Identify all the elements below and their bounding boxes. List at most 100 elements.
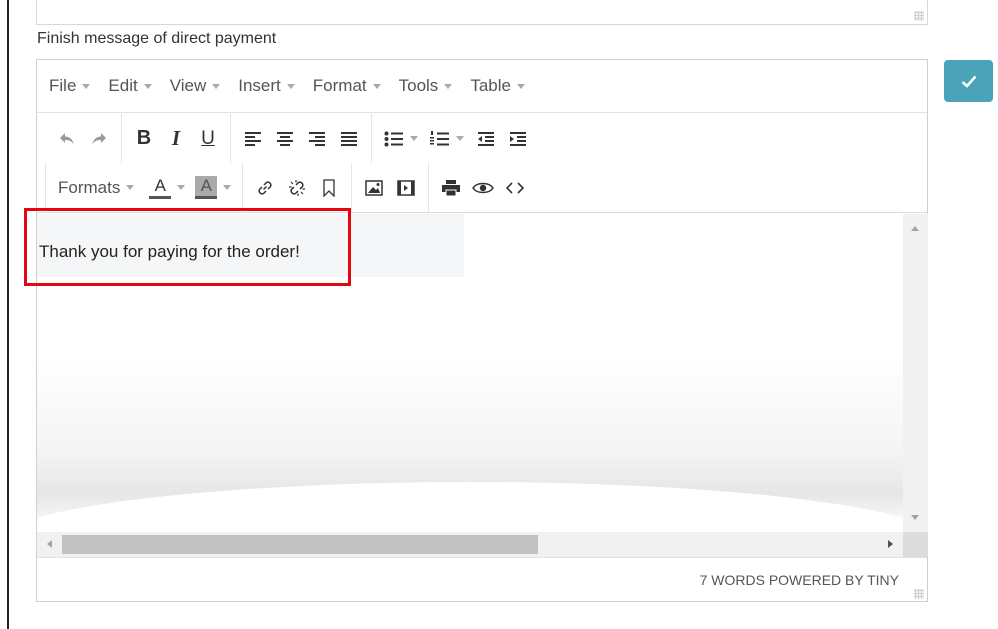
insert-link-button[interactable] xyxy=(249,172,281,204)
redo-button[interactable] xyxy=(83,123,115,155)
caret-down-icon xyxy=(212,83,221,89)
text-style-group: B I U xyxy=(121,114,230,163)
bookmark-icon xyxy=(323,178,335,197)
numbered-list-icon xyxy=(430,130,449,145)
italic-button[interactable]: I xyxy=(160,123,192,155)
media-group xyxy=(351,163,428,212)
bullet-list-button[interactable] xyxy=(378,123,424,155)
background-curve xyxy=(37,482,903,532)
code-icon xyxy=(506,181,525,194)
save-button[interactable] xyxy=(944,60,993,102)
align-right-icon xyxy=(309,131,325,146)
word-count-branding[interactable]: 7 WORDS POWERED BY TINY xyxy=(700,572,899,588)
undo-button[interactable] xyxy=(51,123,83,155)
horizontal-scrollbar[interactable] xyxy=(37,532,903,557)
menu-table[interactable]: Table xyxy=(470,76,525,96)
menu-label: View xyxy=(169,76,207,95)
outdent-button[interactable] xyxy=(470,123,502,155)
link-icon xyxy=(258,180,272,195)
bold-icon: B xyxy=(136,127,152,149)
undo-icon xyxy=(60,132,74,145)
align-justify-icon xyxy=(341,131,357,146)
print-button[interactable] xyxy=(435,172,467,204)
formats-group: Formats A A xyxy=(45,163,242,212)
checkmark-icon xyxy=(961,75,976,88)
insert-image-button[interactable] xyxy=(358,172,390,204)
align-justify-button[interactable] xyxy=(333,123,365,155)
source-code-button[interactable] xyxy=(499,172,531,204)
scroll-right-icon[interactable] xyxy=(888,540,893,548)
caret-down-icon xyxy=(516,83,525,89)
scroll-up-icon[interactable] xyxy=(911,226,919,231)
caret-down-icon xyxy=(223,185,232,190)
rich-text-editor: File Edit View Insert Format Tools Table… xyxy=(24,59,928,602)
horizontal-scrollbar-thumb[interactable] xyxy=(62,535,538,554)
resize-grip-icon[interactable] xyxy=(914,11,924,21)
scroll-down-icon[interactable] xyxy=(911,515,919,520)
caret-down-icon xyxy=(444,83,453,89)
text-color-icon: A xyxy=(149,176,172,199)
menu-insert[interactable]: Insert xyxy=(238,76,295,96)
italic-icon: I xyxy=(171,126,181,150)
menu-label: Tools xyxy=(398,76,439,95)
history-group xyxy=(45,114,121,163)
bold-button[interactable]: B xyxy=(128,123,160,155)
unlink-button[interactable] xyxy=(281,172,313,204)
align-left-icon xyxy=(245,131,261,146)
menu-label: Table xyxy=(470,76,511,95)
content-paragraph[interactable]: Thank you for paying for the order! xyxy=(37,214,464,277)
anchor-button[interactable] xyxy=(313,172,345,204)
scrollbar-corner xyxy=(903,532,928,557)
image-icon xyxy=(365,179,384,196)
list-group xyxy=(371,114,540,163)
video-icon xyxy=(397,179,416,196)
caret-down-icon xyxy=(126,185,135,190)
menu-label: Insert xyxy=(238,76,281,95)
numbered-list-button[interactable] xyxy=(424,123,470,155)
resize-grip-icon[interactable] xyxy=(914,589,924,599)
align-center-icon xyxy=(277,131,293,146)
menubar: File Edit View Insert Format Tools Table xyxy=(37,60,927,113)
menu-format[interactable]: Format xyxy=(313,76,381,96)
text-color-button[interactable]: A xyxy=(144,172,190,204)
bullet-list-icon xyxy=(384,131,403,146)
caret-down-icon xyxy=(82,83,91,89)
align-center-button[interactable] xyxy=(269,123,301,155)
toolbar-row-2: Formats A A xyxy=(37,163,927,213)
vertical-scrollbar[interactable] xyxy=(903,214,928,532)
menu-label: File xyxy=(49,76,77,95)
outdent-icon xyxy=(478,131,494,146)
background-color-button[interactable]: A xyxy=(190,172,236,204)
page-left-border xyxy=(7,0,9,629)
caret-down-icon xyxy=(286,83,295,89)
menu-view[interactable]: View xyxy=(170,76,221,96)
align-group xyxy=(230,114,371,163)
unlink-icon xyxy=(289,179,306,196)
menu-edit[interactable]: Edit xyxy=(108,76,152,96)
menu-file[interactable]: File xyxy=(49,76,91,96)
menu-label: Format xyxy=(312,76,367,95)
misc-group xyxy=(428,163,537,212)
eye-icon xyxy=(472,182,495,193)
previous-textarea[interactable] xyxy=(36,0,928,25)
indent-button[interactable] xyxy=(502,123,534,155)
align-right-button[interactable] xyxy=(301,123,333,155)
preview-button[interactable] xyxy=(467,172,499,204)
formats-dropdown[interactable]: Formats xyxy=(52,178,144,198)
menu-tools[interactable]: Tools xyxy=(399,76,453,96)
underline-button[interactable]: U xyxy=(192,123,224,155)
caret-down-icon xyxy=(456,136,464,141)
caret-down-icon xyxy=(177,185,186,190)
align-left-button[interactable] xyxy=(237,123,269,155)
print-icon xyxy=(442,179,461,196)
caret-down-icon xyxy=(143,83,152,89)
statusbar: 7 WORDS POWERED BY TINY xyxy=(37,557,927,602)
editor-content-area[interactable]: Thank you for paying for the order! xyxy=(37,214,903,532)
caret-down-icon xyxy=(372,83,381,89)
scroll-left-icon[interactable] xyxy=(47,540,52,548)
underline-icon: U xyxy=(201,127,215,149)
insert-video-button[interactable] xyxy=(390,172,422,204)
toolbar-row-1: B I U xyxy=(37,114,927,163)
redo-icon xyxy=(92,132,106,145)
menu-label: Edit xyxy=(108,76,138,95)
